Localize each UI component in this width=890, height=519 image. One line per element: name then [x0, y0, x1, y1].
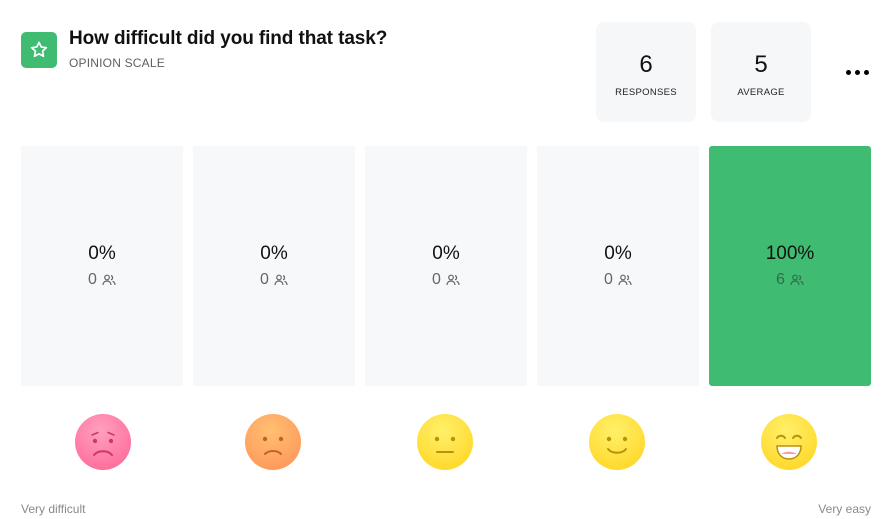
more-options-button[interactable] [842, 60, 872, 84]
option-percent: 0% [88, 243, 116, 264]
people-icon [274, 274, 288, 286]
option-count-value: 0 [432, 271, 441, 288]
average-stat-card: 5 AVERAGE [711, 22, 811, 122]
option-percent: 0% [260, 243, 288, 264]
people-icon [102, 274, 116, 286]
scale-option-3-bar: 0% 0 [365, 146, 527, 386]
scale-option-2-bar: 0% 0 [193, 146, 355, 386]
responses-stat-card: 6 RESPONSES [596, 22, 696, 122]
people-icon [446, 274, 460, 286]
more-horizontal-icon [854, 69, 860, 75]
responses-label: RESPONSES [615, 87, 677, 98]
people-icon [618, 274, 632, 286]
option-count-value: 0 [88, 271, 97, 288]
very-sad-face-icon [75, 414, 131, 470]
responses-count: 6 [639, 51, 653, 78]
scale-option-1-bar: 0% 0 [21, 146, 183, 386]
more-horizontal-icon [845, 69, 851, 75]
star-icon [30, 41, 48, 58]
scale-option-5-bar: 100% 6 [709, 146, 871, 386]
question-type-label: OPINION SCALE [69, 56, 165, 70]
average-value: 5 [754, 51, 768, 78]
option-count: 6 [709, 271, 871, 289]
scale-right-label: Very easy [818, 502, 871, 516]
option-percent: 100% [765, 243, 815, 264]
scale-left-label: Very difficult [21, 502, 86, 516]
question-title: How difficult did you find that task? [69, 28, 388, 49]
option-count-value: 6 [776, 271, 785, 288]
neutral-face-icon [417, 414, 473, 470]
option-count-value: 0 [260, 271, 269, 288]
option-count-value: 0 [604, 271, 613, 288]
question-type-badge [21, 32, 57, 68]
option-count: 0 [193, 271, 355, 289]
more-horizontal-icon [863, 69, 869, 75]
sad-face-icon [245, 414, 301, 470]
scale-option-4-bar: 0% 0 [537, 146, 699, 386]
option-percent: 0% [432, 243, 460, 264]
people-icon [790, 274, 804, 286]
option-count: 0 [365, 271, 527, 289]
option-count: 0 [21, 271, 183, 289]
smiling-face-icon [589, 414, 645, 470]
grinning-face-icon [761, 414, 817, 470]
average-label: AVERAGE [737, 87, 785, 98]
option-percent: 0% [604, 243, 632, 264]
option-count: 0 [537, 271, 699, 289]
